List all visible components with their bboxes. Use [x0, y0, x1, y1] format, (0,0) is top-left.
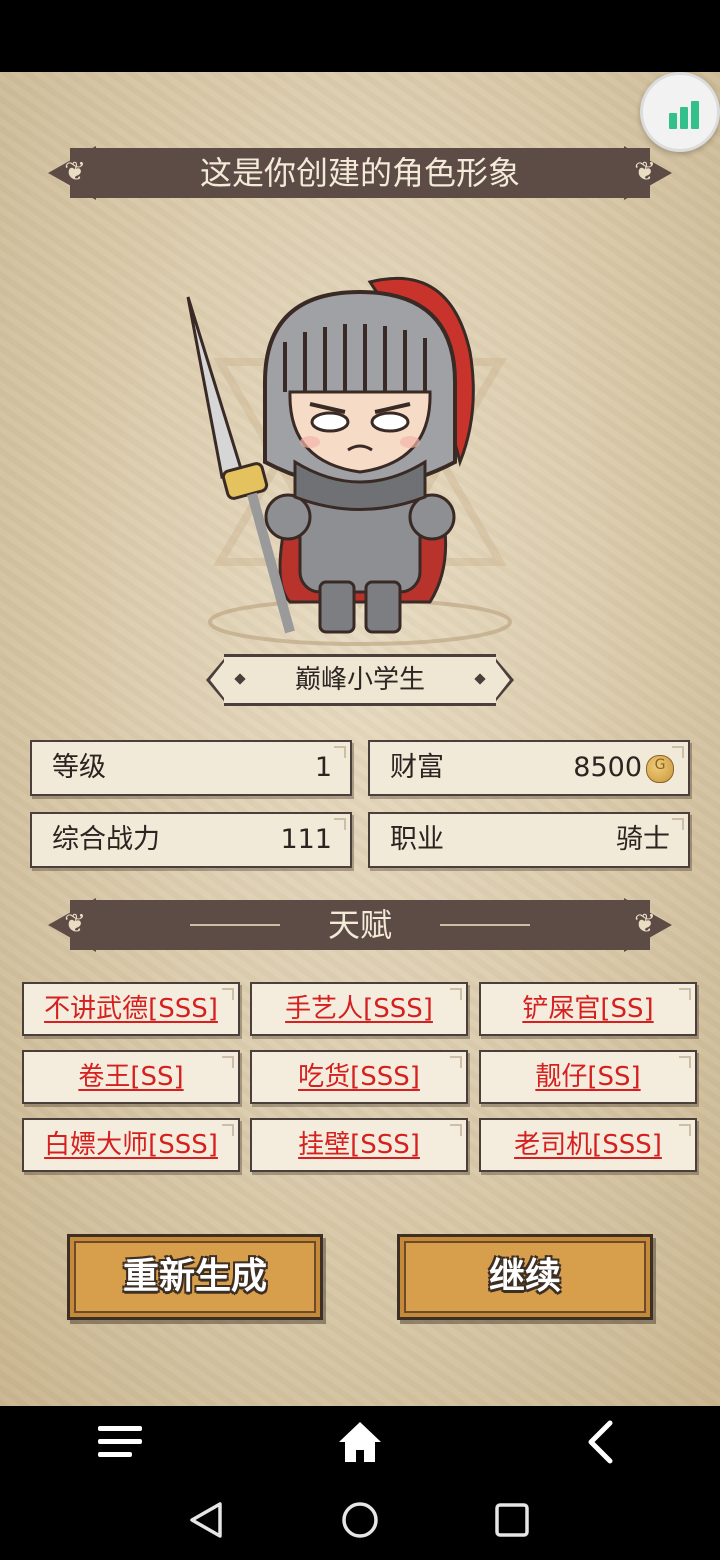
system-home-icon[interactable] — [340, 1500, 380, 1540]
talent-item[interactable]: 挂壁[SSS] — [250, 1118, 468, 1172]
talent-link[interactable]: 不讲武德[SSS] — [44, 984, 218, 1034]
talents-title: 天赋 — [327, 906, 392, 944]
coin-icon — [646, 755, 674, 783]
system-recents-icon[interactable] — [494, 1502, 530, 1538]
talent-item[interactable]: 手艺人[SSS] — [250, 982, 468, 1036]
continue-button-label: 继续 — [488, 1256, 561, 1297]
stat-wealth: 财富 8500 — [368, 740, 690, 796]
app-navigation-bar — [0, 1406, 720, 1480]
stat-value: 骑士 — [616, 824, 670, 855]
stats-button[interactable] — [640, 72, 720, 152]
character-name: 巅峰小学生 — [294, 665, 425, 695]
title-banner: ❦ ❦ 这是你创建的角色形象 — [48, 146, 672, 200]
talent-link[interactable]: 手艺人[SSS] — [285, 984, 433, 1034]
talent-link[interactable]: 铲屎官[SS] — [522, 984, 653, 1034]
stat-value: 111 — [280, 824, 332, 855]
stat-power: 综合战力 111 — [30, 812, 352, 868]
talent-link[interactable]: 卷王[SS] — [78, 1052, 183, 1102]
stat-label: 职业 — [390, 824, 444, 855]
regenerate-button[interactable]: 重新生成 — [67, 1234, 323, 1320]
talent-item[interactable]: 不讲武德[SSS] — [22, 982, 240, 1036]
menu-icon[interactable] — [98, 1424, 142, 1460]
stat-level: 等级 1 — [30, 740, 352, 796]
status-bar — [0, 0, 720, 72]
talent-link[interactable]: 挂壁[SSS] — [298, 1120, 420, 1170]
talent-link[interactable]: 吃货[SSS] — [298, 1052, 420, 1102]
game-screen: ❦ ❦ 这是你创建的角色形象 巅峰小学生 等级 1 财富 8500 G 综合战力… — [0, 72, 720, 1406]
talent-item[interactable]: 老司机[SSS] — [479, 1118, 697, 1172]
back-arrow-icon[interactable] — [586, 1420, 614, 1464]
character-name-plate: 巅峰小学生 — [206, 654, 514, 706]
stat-label: 财富 — [390, 752, 444, 783]
talent-link[interactable]: 白嫖大师[SSS] — [44, 1120, 218, 1170]
page-title: 这是你创建的角色形象 — [199, 154, 520, 192]
system-back-icon[interactable] — [188, 1500, 224, 1540]
home-icon[interactable] — [337, 1420, 383, 1464]
talent-item[interactable]: 铲屎官[SS] — [479, 982, 697, 1036]
talents-banner: ❦ ❦ 天赋 — [48, 898, 672, 952]
stat-label: 等级 — [52, 752, 106, 783]
stat-value: 1 — [314, 752, 332, 783]
talent-item[interactable]: 卷王[SS] — [22, 1050, 240, 1104]
stat-value: 8500 — [573, 752, 642, 783]
regenerate-button-label: 重新生成 — [122, 1256, 267, 1297]
continue-button[interactable]: 继续 — [397, 1234, 653, 1320]
talent-item[interactable]: 白嫖大师[SSS] — [22, 1118, 240, 1172]
talent-item[interactable]: 靓仔[SS] — [479, 1050, 697, 1104]
talent-item[interactable]: 吃货[SSS] — [250, 1050, 468, 1104]
talent-link[interactable]: 老司机[SSS] — [514, 1120, 662, 1170]
stat-job: 职业 骑士 — [368, 812, 690, 868]
knight-character-illustration — [186, 276, 512, 646]
bar-chart-icon — [669, 101, 699, 129]
system-navigation-bar — [0, 1480, 720, 1560]
talent-link[interactable]: 靓仔[SS] — [535, 1052, 640, 1102]
stat-label: 综合战力 — [52, 824, 160, 855]
